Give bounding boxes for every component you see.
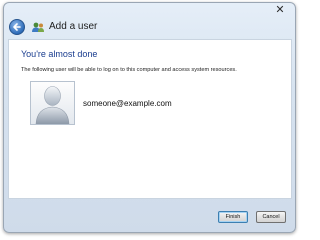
- user-email: someone@example.com: [83, 99, 172, 108]
- user-avatar: [30, 81, 75, 125]
- window-title: Add a user: [49, 21, 98, 32]
- cancel-button[interactable]: Cancel: [256, 211, 286, 223]
- page-heading: You're almost done: [21, 49, 98, 59]
- content-panel: You're almost done The following user wi…: [8, 39, 292, 199]
- finish-button[interactable]: Finish: [218, 211, 248, 223]
- button-bar: Finish Cancel: [4, 199, 295, 232]
- users-icon: [32, 22, 44, 32]
- page-description: The following user will be able to log o…: [21, 67, 237, 73]
- title-bar: Add a user: [4, 15, 295, 39]
- dialog-window: ✕ Add a user You're almost done The foll…: [3, 2, 296, 233]
- back-arrow-icon: [13, 23, 21, 31]
- user-avatar-icon: [35, 86, 70, 125]
- back-button[interactable]: [9, 19, 25, 35]
